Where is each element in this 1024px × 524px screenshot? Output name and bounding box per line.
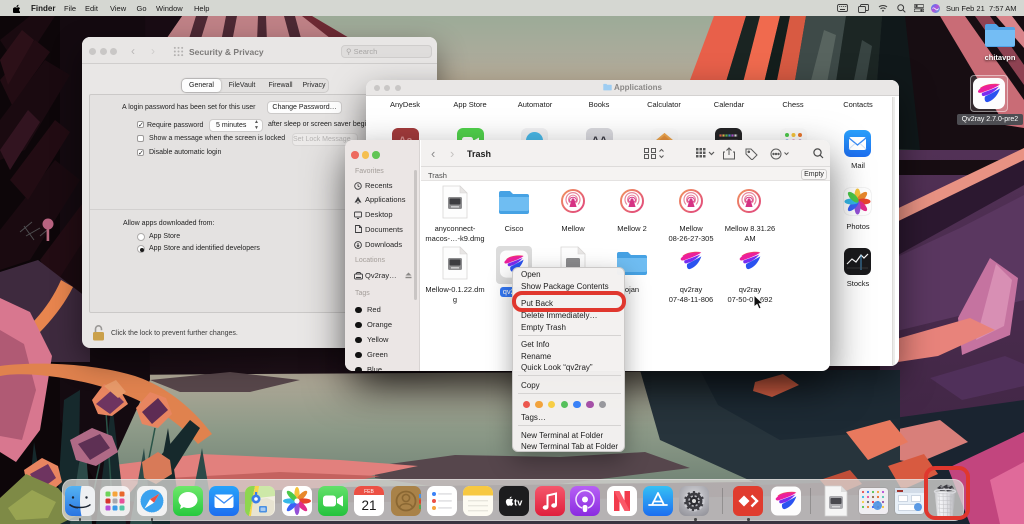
svg-text:FEB: FEB <box>365 489 375 495</box>
svg-text:21: 21 <box>362 498 377 513</box>
svg-text:tv: tv <box>514 498 523 509</box>
